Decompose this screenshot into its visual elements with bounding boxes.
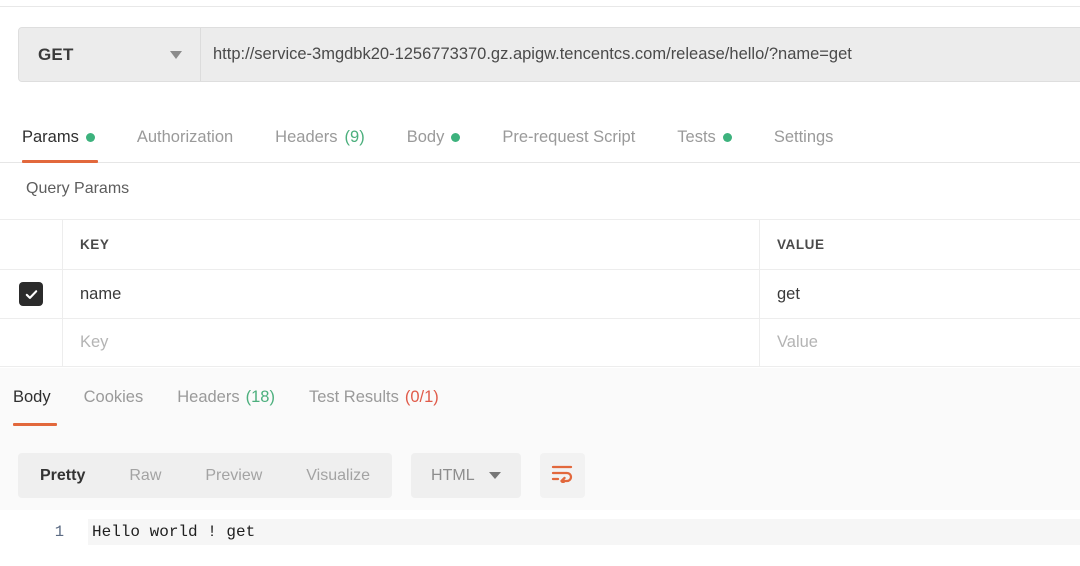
tab-body-label: Body [406, 127, 445, 146]
chevron-down-icon [488, 472, 501, 479]
view-mode-preview[interactable]: Preview [183, 453, 284, 498]
param-value-value: get [777, 284, 800, 303]
tab-body[interactable]: Body [386, 112, 482, 163]
http-method-label: GET [38, 44, 74, 64]
tab-headers-label: Headers [275, 127, 338, 146]
word-wrap-icon [550, 463, 574, 488]
top-divider [0, 6, 1080, 7]
view-mode-pretty[interactable]: Pretty [18, 453, 107, 498]
param-enabled-checkbox[interactable] [19, 282, 43, 306]
response-pane: Body Cookies Headers (18) Test Results (… [0, 368, 1080, 566]
tab-authorization-label: Authorization [136, 127, 234, 146]
column-header-value: VALUE [777, 237, 825, 252]
chevron-down-icon [170, 50, 182, 59]
query-params-table: KEY VALUE name get Key Value [0, 219, 1080, 367]
response-tab-cookies-label: Cookies [83, 387, 144, 406]
new-param-value-placeholder: Value [777, 333, 818, 351]
code-line: 1 Hello world ! get [0, 519, 1080, 545]
row-key-cell[interactable]: name [63, 270, 760, 318]
tab-headers-count: (9) [344, 127, 365, 146]
table-row-empty: Key Value [0, 318, 1080, 367]
tab-settings[interactable]: Settings [753, 112, 855, 163]
tab-tests-label: Tests [677, 127, 716, 146]
row-checkbox-cell [0, 270, 63, 318]
modified-dot-icon [722, 132, 732, 142]
response-tabs: Body Cookies Headers (18) Test Results (… [0, 368, 1080, 426]
view-mode-raw[interactable]: Raw [107, 453, 183, 498]
url-bar: GET http://service-3mgdbk20-1256773370.g… [18, 27, 1080, 82]
postman-request-response-pane: GET http://service-3mgdbk20-1256773370.g… [0, 0, 1080, 566]
tab-authorization[interactable]: Authorization [116, 112, 254, 163]
response-format-label: HTML [431, 466, 475, 484]
url-input[interactable]: http://service-3mgdbk20-1256773370.gz.ap… [201, 28, 1080, 81]
header-cell-checkbox [0, 220, 63, 269]
new-param-value-input[interactable]: Value [760, 319, 1080, 366]
response-tab-test-results-label: Test Results [308, 387, 399, 406]
tab-headers[interactable]: Headers (9) [254, 112, 386, 163]
response-tab-body-label: Body [13, 387, 51, 406]
view-mode-visualize[interactable]: Visualize [284, 453, 392, 498]
new-param-key-input[interactable]: Key [63, 319, 760, 366]
header-cell-key: KEY [63, 220, 760, 269]
new-param-key-placeholder: Key [80, 333, 109, 351]
table-header-row: KEY VALUE [0, 219, 1080, 269]
modified-dot-icon [85, 132, 95, 142]
response-body-viewer: 1 Hello world ! get [0, 510, 1080, 566]
response-tab-headers[interactable]: Headers (18) [160, 368, 292, 426]
response-tab-headers-count: (18) [245, 387, 275, 406]
response-format-dropdown[interactable]: HTML [411, 453, 521, 498]
http-method-dropdown[interactable]: GET [19, 28, 201, 81]
row-checkbox-cell-empty [0, 319, 63, 366]
response-body-toolbar: Pretty Raw Preview Visualize HTML [18, 453, 585, 498]
view-mode-segmented-control: Pretty Raw Preview Visualize [18, 453, 393, 498]
tab-tests[interactable]: Tests [656, 112, 753, 163]
response-tab-test-results[interactable]: Test Results (0/1) [292, 368, 456, 426]
param-key-value: name [80, 284, 122, 303]
column-header-key: KEY [80, 237, 110, 252]
tab-params[interactable]: Params [0, 112, 116, 163]
line-number: 1 [54, 523, 64, 541]
query-params-title: Query Params [26, 180, 130, 197]
tab-pre-request-script-label: Pre-request Script [502, 127, 636, 146]
tab-settings-label: Settings [773, 127, 834, 146]
header-cell-value: VALUE [760, 220, 1080, 269]
response-body-text[interactable]: Hello world ! get [88, 519, 1080, 545]
request-tabs: Params Authorization Headers (9) Body Pr… [0, 112, 1080, 163]
response-tab-test-results-count: (0/1) [404, 387, 439, 406]
response-tab-body[interactable]: Body [0, 368, 67, 426]
word-wrap-button[interactable] [539, 453, 585, 498]
table-row: name get [0, 269, 1080, 318]
row-value-cell[interactable]: get [760, 270, 1080, 318]
response-tab-cookies[interactable]: Cookies [67, 368, 161, 426]
response-tab-headers-label: Headers [177, 387, 240, 406]
tab-pre-request-script[interactable]: Pre-request Script [481, 112, 656, 163]
modified-dot-icon [451, 132, 461, 142]
tab-params-label: Params [22, 127, 79, 146]
